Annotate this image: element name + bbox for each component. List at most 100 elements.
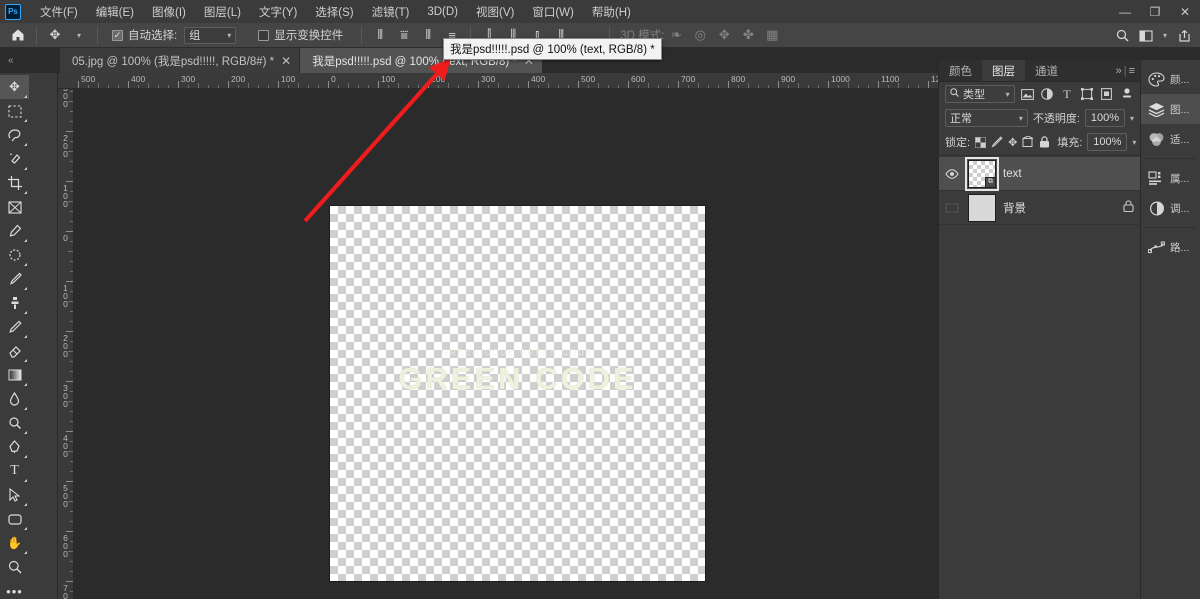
dock-item-paths[interactable]: 路...: [1141, 232, 1200, 262]
lock-artboard-icon[interactable]: [1022, 133, 1034, 151]
chevron-down-icon[interactable]: ▾: [1158, 24, 1172, 47]
tab-channels[interactable]: 通道: [1025, 60, 1068, 81]
gradient-tool[interactable]: [0, 363, 29, 387]
ruler-minor-tick: [298, 83, 299, 88]
path-selection-tool[interactable]: [0, 483, 29, 507]
opacity-value[interactable]: 100%: [1084, 109, 1125, 127]
tool-preset-chevron-icon[interactable]: ▾: [67, 24, 91, 47]
adjustment-filter-icon[interactable]: [1040, 85, 1055, 103]
ruler-tick: [78, 81, 79, 88]
edit-toolbar-button[interactable]: •••: [0, 579, 29, 599]
layer-visibility-eye-icon[interactable]: [943, 199, 961, 217]
menu-help[interactable]: 帮助(H): [583, 1, 640, 23]
dock-item-adjustments[interactable]: 调...: [1141, 193, 1200, 223]
zoom-3d-icon: ▦: [766, 27, 779, 42]
frame-tool[interactable]: [0, 195, 29, 219]
opacity-chevron-icon[interactable]: ▾: [1130, 114, 1134, 123]
restore-button[interactable]: ❐: [1140, 0, 1170, 23]
lasso-tool[interactable]: [0, 123, 29, 147]
blur-tool[interactable]: [0, 387, 29, 411]
lock-position-icon[interactable]: ✥: [1008, 133, 1017, 151]
panel-menu-icon[interactable]: ≡: [1129, 65, 1135, 77]
dock-item-channels[interactable]: 适...: [1141, 124, 1200, 154]
menu-window[interactable]: 窗口(W): [523, 1, 583, 23]
pixel-filter-icon[interactable]: [1020, 85, 1035, 103]
align-center-h-icon[interactable]: ⩸: [392, 24, 416, 47]
spot-healing-brush-tool[interactable]: [0, 243, 29, 267]
menu-type[interactable]: 文字(Y): [250, 1, 306, 23]
layer-visibility-eye-icon[interactable]: [943, 165, 961, 183]
shape-filter-icon[interactable]: [1079, 85, 1094, 103]
horizontal-ruler[interactable]: 500 400 300 200 100 0 100 200 300 400 500 600 700 800…: [58, 73, 938, 89]
tab-layers[interactable]: 图层: [982, 60, 1025, 81]
menu-layer[interactable]: 图层(L): [195, 1, 250, 23]
tab-color[interactable]: 颜色: [939, 60, 982, 81]
home-icon[interactable]: [6, 24, 30, 47]
rectangle-tool[interactable]: [0, 507, 29, 531]
smart-object-filter-icon[interactable]: [1099, 85, 1114, 103]
type-filter-icon[interactable]: T: [1059, 85, 1074, 103]
layer-filter-dropdown[interactable]: 类型 ▾: [945, 85, 1015, 103]
ruler-tick: [478, 81, 479, 88]
minimize-button[interactable]: —: [1110, 0, 1140, 23]
vertical-ruler[interactable]: 3002001000100200300400500600700800: [58, 89, 74, 599]
document-tab-1[interactable]: 05.jpg @ 100% (我是psd!!!!!, RGB/8#) * ✕: [60, 48, 301, 73]
collapse-arrows-icon[interactable]: «: [0, 48, 60, 73]
rectangular-marquee-tool[interactable]: [0, 99, 29, 123]
ruler-minor-tick: [688, 85, 689, 88]
layer-thumbnail[interactable]: ⧉: [965, 156, 999, 191]
menu-view[interactable]: 视图(V): [467, 1, 523, 23]
pen-tool[interactable]: [0, 435, 29, 459]
dock-item-properties[interactable]: 属...: [1141, 163, 1200, 193]
history-brush-tool[interactable]: [0, 315, 29, 339]
ruler-tick: [328, 81, 329, 88]
layer-row-text[interactable]: ⧉ text: [939, 156, 1140, 191]
auto-select-checkbox[interactable]: ✓: [112, 29, 123, 41]
align-right-icon[interactable]: ⦀: [416, 24, 440, 47]
menu-edit[interactable]: 编辑(E): [87, 1, 143, 23]
document-artboard[interactable]: GREEN CODE GREEN CODE GREEN CODE: [330, 206, 705, 581]
share-icon[interactable]: [1172, 24, 1196, 47]
workspace-icon[interactable]: [1134, 24, 1158, 47]
ruler-minor-tick: [70, 371, 73, 372]
lock-transparent-icon[interactable]: [975, 133, 987, 151]
move-tool-icon[interactable]: ✥: [43, 24, 67, 47]
eyedropper-tool[interactable]: [0, 219, 29, 243]
menu-3d[interactable]: 3D(D): [418, 3, 467, 21]
menu-file[interactable]: 文件(F): [31, 1, 87, 23]
lock-image-icon[interactable]: [991, 133, 1003, 151]
chevrons-right-icon[interactable]: »: [1116, 65, 1122, 77]
fill-chevron-icon[interactable]: ▾: [1132, 138, 1136, 147]
crop-tool[interactable]: [0, 171, 29, 195]
menu-image[interactable]: 图像(I): [143, 1, 195, 23]
eraser-tool[interactable]: [0, 339, 29, 363]
menu-filter[interactable]: 滤镜(T): [363, 1, 419, 23]
fill-value[interactable]: 100%: [1087, 133, 1128, 151]
show-transform-checkbox[interactable]: [258, 29, 270, 41]
move-tool[interactable]: ✥: [0, 75, 29, 99]
filter-toggle-icon[interactable]: [1119, 85, 1134, 103]
brush-tool[interactable]: [0, 267, 29, 291]
zoom-tool[interactable]: [0, 555, 29, 579]
layer-row-background[interactable]: 背景: [939, 191, 1140, 225]
canvas-area[interactable]: GREEN CODE GREEN CODE GREEN CODE: [74, 89, 938, 599]
blend-mode-dropdown[interactable]: 正常 ▾: [945, 109, 1028, 127]
search-icon[interactable]: [1110, 24, 1134, 47]
ruler-minor-tick: [808, 85, 809, 88]
quick-selection-tool[interactable]: [0, 147, 29, 171]
dock-item-layers[interactable]: 图...: [1141, 94, 1200, 124]
document-tab-1-close-icon[interactable]: ✕: [281, 55, 291, 67]
align-left-icon[interactable]: ⦀: [368, 24, 392, 47]
type-tool[interactable]: T: [0, 459, 29, 483]
dock-item-color[interactable]: 颜...: [1141, 64, 1200, 94]
dodge-tool[interactable]: [0, 411, 29, 435]
lock-all-icon[interactable]: [1039, 133, 1050, 151]
layer-thumbnail[interactable]: [968, 193, 996, 222]
clone-stamp-tool[interactable]: [0, 291, 29, 315]
close-button[interactable]: ✕: [1170, 0, 1200, 23]
ruler-minor-tick: [868, 85, 869, 88]
auto-select-dropdown[interactable]: 组 ▾: [184, 26, 237, 44]
hand-tool[interactable]: ✋: [0, 531, 29, 555]
layer-filter-row: 类型 ▾ T: [939, 82, 1140, 106]
menu-select[interactable]: 选择(S): [306, 1, 362, 23]
